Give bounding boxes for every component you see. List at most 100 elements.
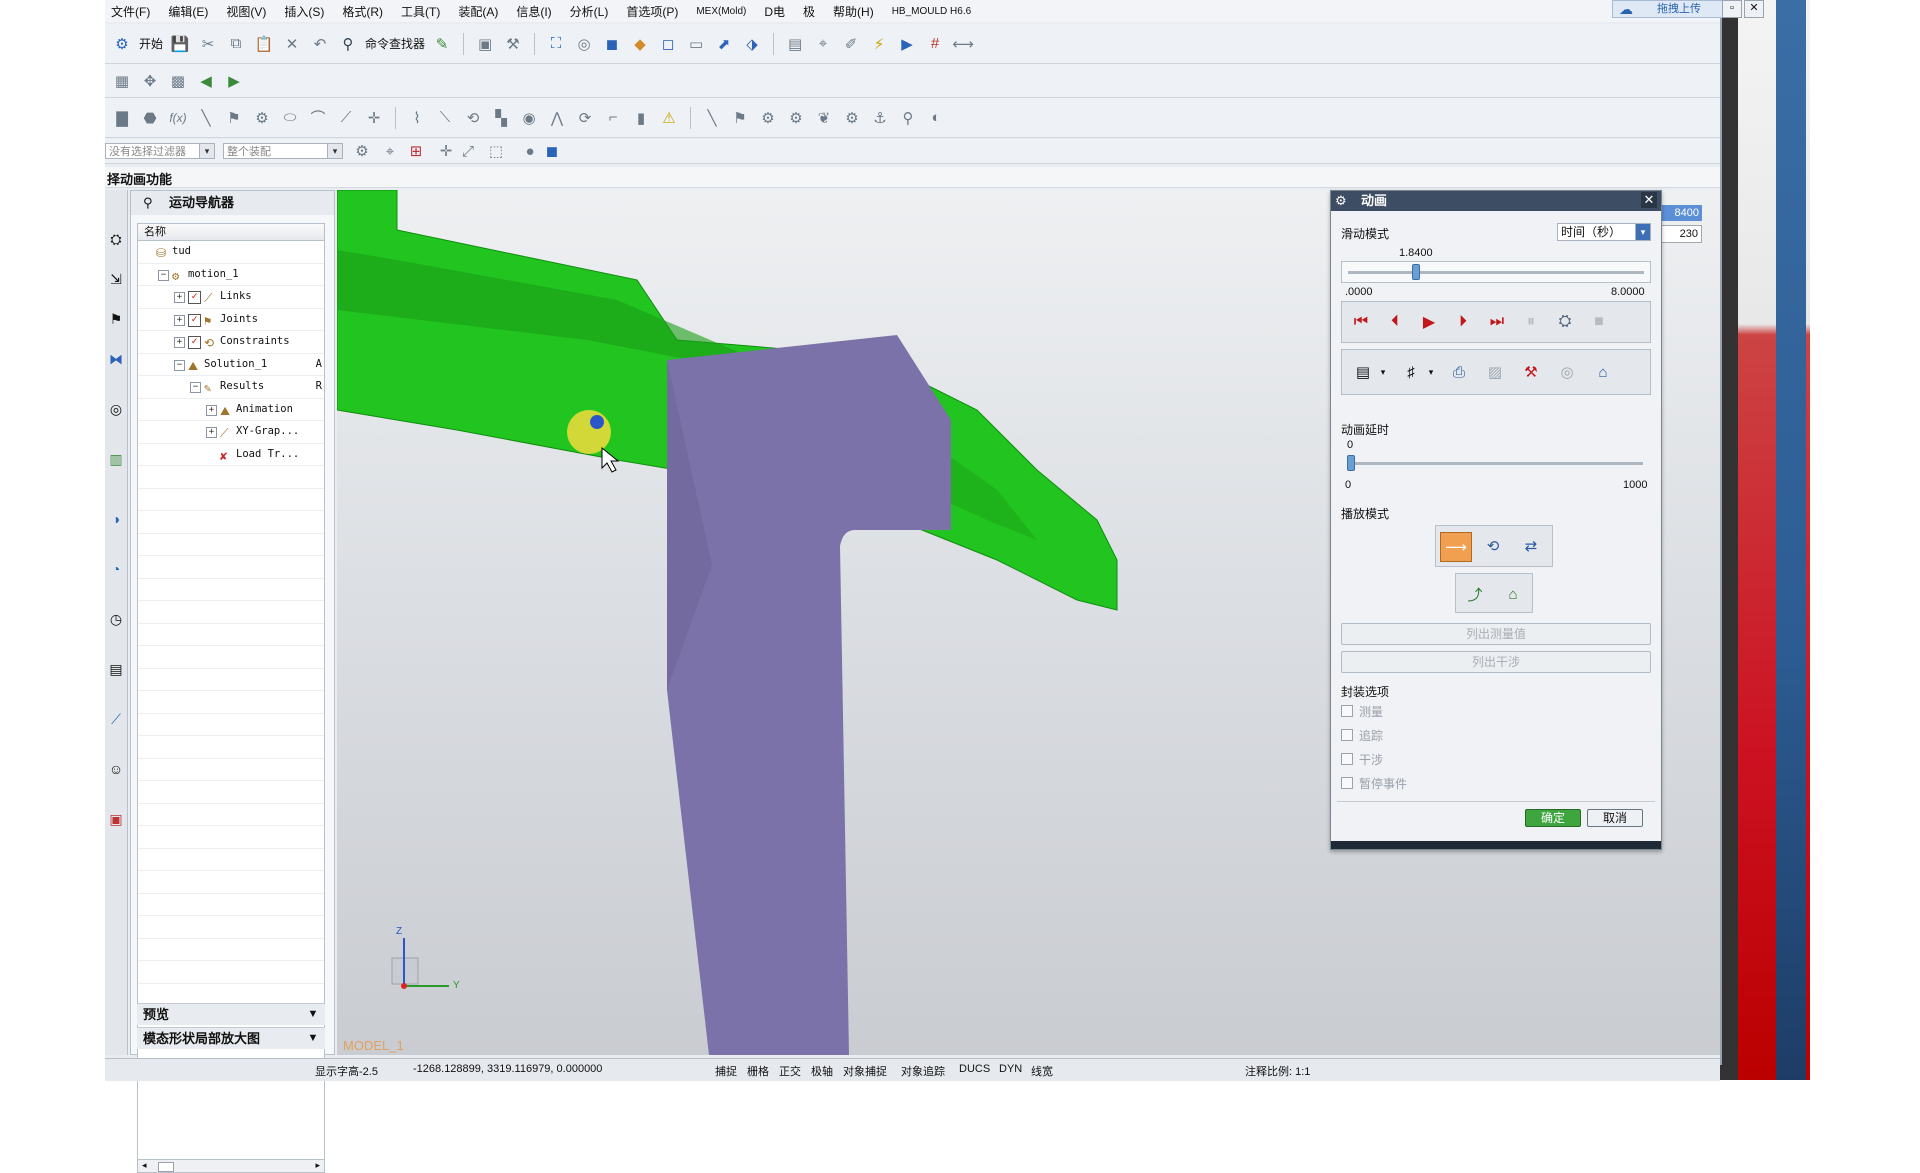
snap-point-icon[interactable]: ⌖ [379,140,401,162]
copy-icon[interactable]: ⧉ [225,33,247,55]
history-icon[interactable]: ◔ [107,560,125,578]
reverse-curve-icon[interactable]: ⌂ [1498,580,1528,608]
edit-object-icon[interactable]: ✐ [840,33,862,55]
tree-node[interactable]: ⛁ tud [138,241,324,264]
navigator-horizontal-scrollbar[interactable]: ◂ ▸ [137,1159,325,1173]
roles-icon[interactable]: ☺ [107,760,125,778]
step-back-icon[interactable]: ⏴ [1378,307,1412,337]
shaded-sphere-icon[interactable]: ● [519,140,541,162]
undo-icon[interactable]: ↶ [309,33,331,55]
status-grid[interactable]: 栅格 [747,1063,769,1079]
scope-dropdown[interactable]: 整个装配 ▾ [223,143,343,159]
expand-icon[interactable]: + [206,427,217,438]
gear-icon[interactable]: ⚙ [251,107,273,129]
measure-checkbox[interactable] [1341,705,1353,717]
menu-info[interactable]: 信息(I) [516,3,551,20]
anchor-icon[interactable]: ⚓ [869,107,891,129]
wireframe-cube-icon[interactable]: ◻ [657,33,679,55]
animation-tool-icon[interactable]: ◐ [925,107,947,129]
web-browser-icon[interactable]: ◑ [107,510,125,528]
view-section-icon[interactable]: ⬗ [741,33,763,55]
status-lineweight[interactable]: 线宽 [1031,1063,1053,1079]
play-once-icon[interactable]: ⟶ [1440,532,1472,562]
slider-mode-dropdown[interactable]: 时间（秒） ▾ [1557,223,1651,241]
constraint-navigator-icon[interactable]: ⇲ [107,270,125,288]
tree-node[interactable]: + ✓ ⟲ Constraints [138,331,324,354]
background-icon[interactable]: ▭ [685,33,707,55]
tree-node[interactable]: + ✓ ⚑ Joints [138,309,324,331]
snapshot-icon[interactable]: ⛭ [1548,307,1582,337]
curve-icon[interactable]: ⌒ [307,107,329,129]
joint-tool-icon[interactable]: ⟋ [335,107,357,129]
spin-icon[interactable]: ⟳ [574,107,596,129]
select-box-icon[interactable]: ⬚ [485,140,507,162]
solution-tool-icon[interactable]: ⚙ [785,107,807,129]
motion-icon[interactable]: ▶ [896,33,918,55]
status-annotation-scale[interactable]: 注释比例: 1:1 [1245,1063,1310,1079]
menu-pole[interactable]: 极 [803,3,815,20]
play-icon[interactable]: ▶ [1412,307,1446,337]
delete-icon[interactable]: ✕ [281,33,303,55]
close-icon[interactable]: ✕ [1641,192,1657,208]
save-icon[interactable]: 💾 [169,33,191,55]
close-window-button[interactable]: ✕ [1744,0,1764,18]
chevron-down-icon[interactable]: ▼ [305,1030,321,1046]
visibility-checkbox[interactable]: ✓ [188,291,201,304]
forward-curve-icon[interactable]: ⤴ [1460,580,1490,608]
tree-node[interactable]: − ✎ Results R [138,376,324,399]
quick-pick-icon[interactable]: ⤢ [457,140,479,162]
ruler-icon[interactable]: ⟷ [952,33,974,55]
status-osnap[interactable]: 对象捕捉 [843,1063,887,1079]
target-icon[interactable]: ◉ [518,107,540,129]
side-value-bottom[interactable]: 230 [1660,225,1702,243]
wall-icon[interactable]: ▮ [630,107,652,129]
tree-node[interactable]: − ⛰ Solution_1 A [138,354,324,376]
status-dyn[interactable]: DYN [999,1063,1022,1075]
stop-icon[interactable]: ■ [1582,307,1616,337]
delay-slider[interactable] [1341,453,1651,473]
point-snap-icon[interactable]: ⊞ [405,140,427,162]
tree-node[interactable]: + ⛰ Animation [138,399,324,421]
cube-icon[interactable]: ◼ [541,140,563,162]
time-slider[interactable] [1341,261,1651,283]
process-studio-icon[interactable]: ⟋ [107,710,125,728]
flag-icon[interactable]: ⚑ [223,107,245,129]
arrow-left-icon[interactable]: ◀ [195,70,217,92]
surface-icon[interactable]: ⬭ [279,107,301,129]
bracket-icon[interactable]: ⌐ [602,107,624,129]
select-area-icon[interactable]: ▦ [111,70,133,92]
menu-assembly[interactable]: 装配(A) [458,3,498,20]
material-icon[interactable]: ◆ [629,33,651,55]
restore-button[interactable]: ▫ [1722,0,1742,18]
tree-node[interactable]: ✘ Load Tr... [138,444,324,466]
tree-node[interactable]: + ⟋ XY-Grap... [138,421,324,444]
menu-edit[interactable]: 编辑(E) [168,3,208,20]
menu-mex-mold[interactable]: MEX(Mold) [696,6,746,17]
menu-insert[interactable]: 插入(S) [284,3,324,20]
render-icon[interactable]: ▩ [167,70,189,92]
intersection-icon[interactable]: ✛ [435,140,457,162]
status-polar[interactable]: 极轴 [811,1063,833,1079]
list-measurements-button[interactable]: 列出测量值 [1341,623,1651,645]
ping-pong-icon[interactable]: ⇄ [1516,532,1546,560]
ok-button[interactable]: 确定 [1525,809,1581,827]
selection-settings-icon[interactable]: ⚙ [351,140,373,162]
chevron-down-icon[interactable]: ▾ [1424,358,1438,386]
snap-icon[interactable]: ⌖ [812,33,834,55]
arrow-right-icon[interactable]: ▶ [223,70,245,92]
marker-icon[interactable]: ╲ [701,107,723,129]
bushing-icon[interactable]: ⚙ [841,107,863,129]
part-navigator-icon[interactable]: ⚑ [107,310,125,328]
step-forward-icon[interactable]: ⏵ [1446,307,1480,337]
menu-hb-mould[interactable]: HB_MOULD H6.6 [892,6,971,17]
hd3d-icon[interactable]: ▥ [107,450,125,468]
status-ducs[interactable]: DUCS [959,1063,990,1075]
expand-icon[interactable]: + [174,337,185,348]
column-header-name[interactable]: 名称 [138,224,324,241]
graph-tool-icon[interactable]: ▨ [1480,358,1510,386]
pause-event-checkbox[interactable] [1341,777,1353,789]
menu-help[interactable]: 帮助(H) [833,3,874,20]
visibility-checkbox[interactable]: ✓ [188,313,201,327]
tree-node[interactable]: + ✓ ⟋ Links [138,286,324,309]
slider-icon[interactable]: ⟍ [434,107,456,129]
